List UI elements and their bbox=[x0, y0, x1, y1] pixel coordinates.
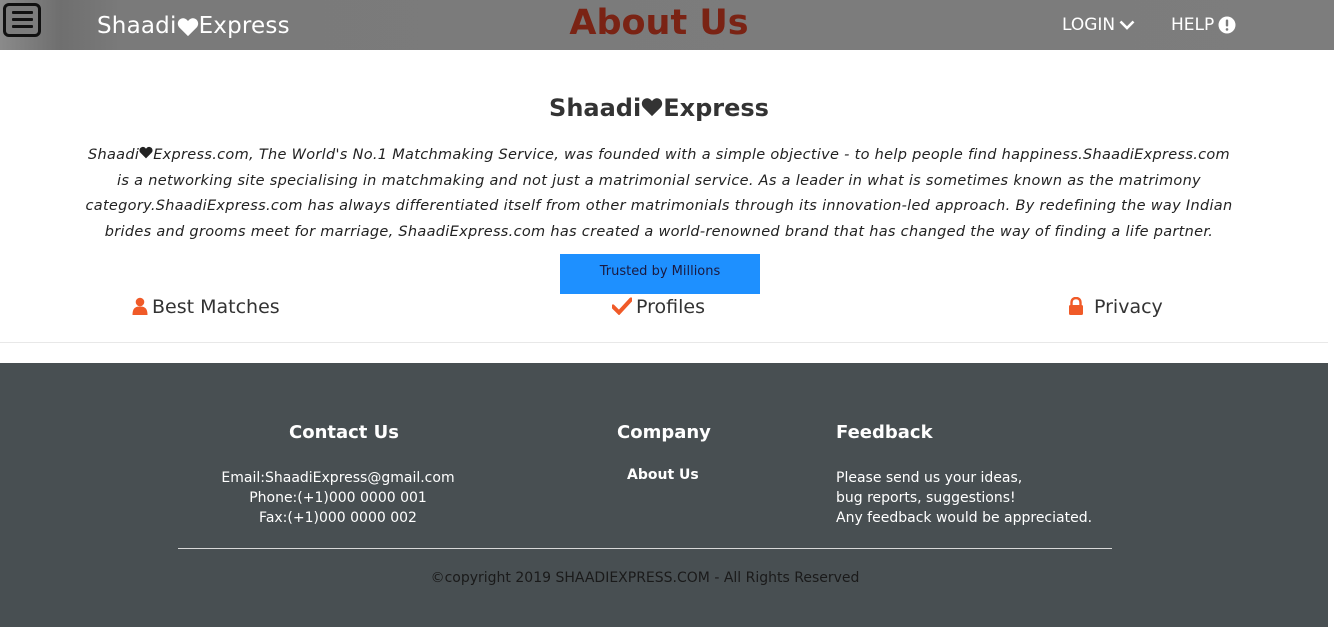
about-paragraph-brand: Shaadi bbox=[88, 147, 140, 163]
feedback-line-2: bug reports, suggestions! bbox=[836, 490, 1016, 506]
contact-fax: Fax:(+1)000 0000 002 bbox=[259, 510, 417, 526]
top-navbar: Shaadi Express About Us LOGIN HELP bbox=[0, 0, 1334, 50]
about-paragraph-text: Express.com, The World's No.1 Matchmakin… bbox=[85, 147, 1233, 240]
check-icon bbox=[611, 297, 633, 316]
heart-icon bbox=[139, 146, 153, 159]
about-heading: Shaadi Express bbox=[0, 94, 1318, 122]
heart-icon bbox=[642, 98, 663, 117]
feedback-heading: Feedback bbox=[836, 422, 933, 443]
feature-label: Profiles bbox=[636, 296, 705, 318]
exclamation-circle-icon bbox=[1218, 16, 1236, 34]
feedback-line-3: Any feedback would be appreciated. bbox=[836, 510, 1093, 526]
lock-icon bbox=[1069, 296, 1083, 315]
about-title-right: Express bbox=[663, 94, 769, 122]
feature-best-matches: Best Matches bbox=[132, 296, 280, 318]
contact-email[interactable]: Email:ShaadiExpress@gmail.com bbox=[178, 468, 498, 488]
company-heading: Company bbox=[617, 422, 711, 443]
feature-label: Privacy bbox=[1094, 296, 1163, 318]
contact-heading: Contact Us bbox=[289, 422, 400, 443]
about-title-left: Shaadi bbox=[549, 94, 642, 122]
feature-privacy: Privacy bbox=[1068, 296, 1163, 318]
copyright-text: ©copyright 2019 SHAADIEXPRESS.COM - All … bbox=[430, 570, 860, 586]
footer: Contact Us Email:ShaadiExpress@gmail.com… bbox=[0, 363, 1328, 627]
footer-about-us-link[interactable]: About Us bbox=[627, 465, 699, 485]
chevron-down-icon bbox=[1119, 20, 1135, 30]
contact-phone: Phone:(+1)000 0000 001 bbox=[249, 490, 427, 506]
trusted-by-millions-button[interactable]: Trusted by Millions bbox=[560, 254, 760, 294]
section-divider bbox=[0, 342, 1328, 343]
feature-label: Best Matches bbox=[152, 296, 280, 318]
help-label: HELP bbox=[1171, 15, 1215, 35]
feedback-line-1: Please send us your ideas, bbox=[836, 470, 1023, 486]
login-label: LOGIN bbox=[1062, 15, 1116, 35]
footer-divider bbox=[178, 548, 1112, 549]
help-menu[interactable]: HELP bbox=[1171, 15, 1236, 35]
login-menu[interactable]: LOGIN bbox=[1062, 15, 1135, 35]
user-icon bbox=[132, 297, 148, 315]
feature-profiles: Profiles bbox=[611, 296, 705, 318]
about-paragraph: Shaadi Express.com, The World's No.1 Matc… bbox=[84, 143, 1234, 245]
